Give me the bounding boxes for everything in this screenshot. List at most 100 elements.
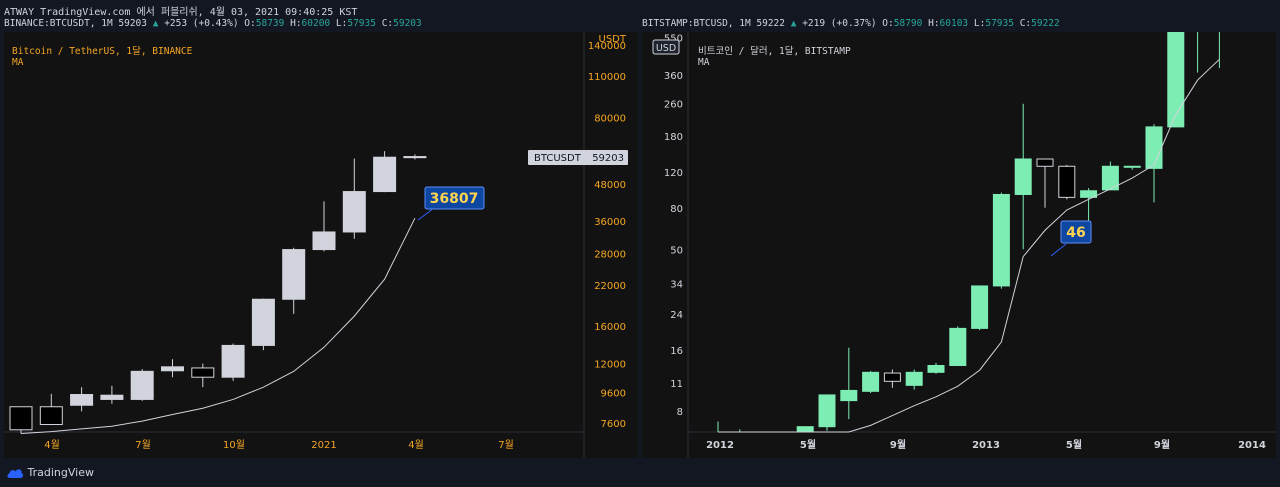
left-x-tick: 4월 [408,439,424,451]
right-candle-body [949,327,967,366]
right-plot-area[interactable] [688,32,1276,432]
right-y-tick: 34 [670,279,683,290]
left-ticker: BINANCE:BTCUSDT, 1M 59203 [4,18,147,29]
right-candle[interactable] [971,285,989,331]
left-chart[interactable]: 7600 9600 12000 16000 22000 28000 36000 48000 80… [4,32,638,458]
right-low: 57935 [985,18,1014,29]
right-candle-body [883,372,901,382]
right-candle-body [1036,158,1054,167]
left-y-tick: 7600 [601,419,626,430]
right-candle[interactable] [992,192,1010,289]
left-legend-title: Bitcoin / TetherUS, 1달, BINANCE [12,46,193,57]
right-candle-body [796,426,814,433]
right-candle-body [1123,165,1141,168]
left-candle[interactable] [9,406,33,434]
right-symbol-line: BITSTAMP:BTCUSD, 1M 59222 ▲ +219 (+0.37%… [642,18,1060,29]
right-chart[interactable]: 8111624345080120180260360550 2012 5월 9월 201… [642,32,1276,458]
right-candle-body [971,285,989,329]
right-high: 60103 [939,18,969,29]
left-candle[interactable] [130,369,154,401]
left-candle[interactable] [251,298,275,351]
right-open: 58790 [893,18,923,29]
cloud-icon [7,469,24,478]
right-candle-body [1145,126,1163,169]
right-legend-title: 비트코인 / 달러, 1달, BITSTAMP [698,46,851,57]
right-y-tick: 80 [670,204,683,215]
left-x-tick: 7월 [498,439,514,451]
right-y-tick: 16 [670,346,683,357]
up-arrow-icon: ▲ [790,18,797,29]
left-candle-body [39,406,63,425]
right-candle-body [862,371,880,392]
up-arrow-icon: ▲ [152,18,159,29]
left-candle[interactable] [373,151,397,193]
right-x-tick: 5월 [1066,439,1082,451]
right-y-tick: 50 [670,245,683,256]
right-candle-body [905,371,923,386]
left-candle-body [130,370,154,400]
left-candle-body [191,367,215,378]
right-candle-body [992,193,1010,287]
left-candle-body [282,249,306,300]
left-candle-body [9,406,33,431]
left-x-tick: 10월 [223,439,245,451]
left-high-label: H: [290,18,302,29]
left-symbol-line: BINANCE:BTCUSDT, 1M 59203 ▲ +253 (+0.43%… [4,18,422,29]
left-candle-body [373,156,397,193]
right-x-tick: 2012 [706,440,734,451]
right-open-label: O: [882,18,894,29]
right-ma-tag-value: 46 [1066,225,1085,241]
left-plot-area[interactable] [4,32,584,432]
right-y-tick: 11 [670,379,683,390]
left-last-price-tag: BTCUSDT 59203 [528,150,628,165]
right-y-tick: 8 [677,407,683,418]
right-y-tick: 360 [664,71,683,82]
left-candle[interactable] [221,343,245,381]
left-candle-body [342,191,366,233]
right-x-tick: 9월 [890,439,906,451]
left-y-tick: 28000 [594,250,626,261]
right-low-label: L: [973,18,986,29]
right-candle[interactable] [862,370,880,394]
right-high-label: H: [928,18,940,29]
left-candle-body [100,394,124,400]
right-y-tick: 120 [664,168,683,179]
right-candle[interactable] [949,326,967,367]
right-candle[interactable] [1167,32,1185,128]
brand-name: TradingView [27,466,94,479]
left-y-tick: 22000 [594,281,626,292]
right-candle-body [818,394,836,428]
right-candle-body [1014,158,1032,195]
right-x-tick: 5월 [800,439,816,451]
left-ma-tag-value: 36807 [430,191,479,207]
right-close: 59222 [1031,18,1060,29]
tradingview-logo[interactable]: TradingView [6,466,94,479]
left-y-tick: 80000 [594,114,626,125]
left-candle-body [403,156,427,159]
right-currency-text: USD [656,43,676,54]
left-time-axis[interactable] [4,432,584,458]
left-price-tag-label: BTCUSDT [534,153,582,164]
right-candle[interactable] [818,394,836,431]
right-x-tick: 9월 [1154,439,1170,451]
left-y-tick: 48000 [594,180,626,191]
left-candle-body [312,231,336,251]
right-candle[interactable] [1058,164,1076,200]
right-close-label: C: [1019,18,1032,29]
left-close-label: C: [381,18,394,29]
left-y-tick: 9600 [601,388,626,399]
right-y-tick: 260 [664,100,683,111]
left-candle-body [70,394,94,406]
right-currency-badge[interactable]: USD [652,39,680,55]
right-y-tick: 180 [664,132,683,143]
left-candle-body [161,366,184,372]
left-change: +253 (+0.43%) [164,18,239,29]
left-low-label: L: [335,18,348,29]
footer [0,458,1280,487]
right-candle[interactable] [796,426,814,433]
right-candle-body [927,364,945,373]
left-x-tick: 4월 [44,439,60,451]
left-open: 58739 [255,18,285,29]
right-candle-body [1058,165,1076,198]
right-x-tick: 2013 [972,440,1000,451]
